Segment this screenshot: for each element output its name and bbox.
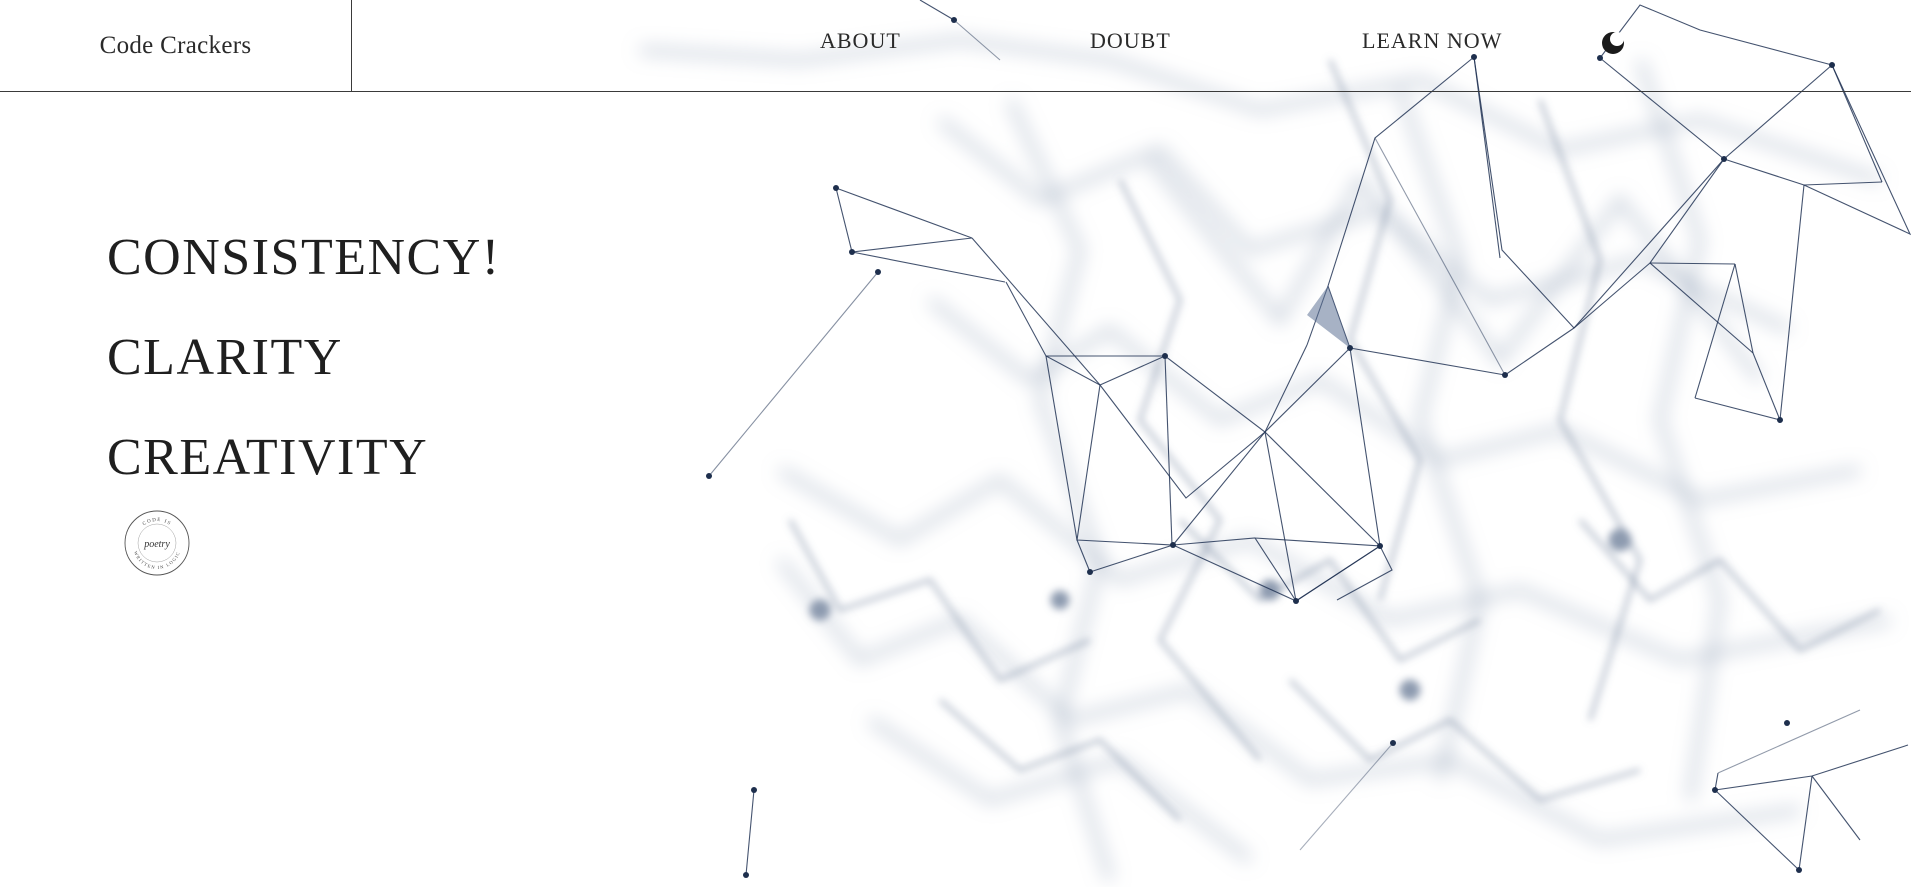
- nav-link-learn-now[interactable]: LEARN NOW: [1362, 28, 1502, 54]
- landing-page: Code Crackers ABOUT DOUBT LEARN NOW CONS…: [0, 0, 1911, 887]
- hero-line-creativity: CREATIVITY: [107, 429, 429, 486]
- network-blur-far: [639, 35, 1891, 882]
- hero-line-clarity: CLARITY: [107, 329, 343, 386]
- half-moon-icon[interactable]: [1601, 31, 1625, 55]
- main-nav: ABOUT DOUBT LEARN NOW: [0, 0, 1911, 92]
- nav-link-about[interactable]: ABOUT: [820, 28, 901, 54]
- code-is-poetry-seal-icon: CODE IS WRITTEN IN LOGIC poetry: [123, 509, 191, 577]
- svg-text:poetry: poetry: [143, 539, 170, 550]
- top-navigation-bar: Code Crackers ABOUT DOUBT LEARN NOW: [0, 0, 1911, 92]
- nav-link-doubt[interactable]: DOUBT: [1090, 28, 1171, 54]
- network-blur-mid: [788, 59, 1881, 822]
- hero-line-consistency: CONSISTENCY!: [107, 229, 501, 286]
- network-facet: [1307, 286, 1350, 348]
- hero-words: CONSISTENCY! CLARITY CREATIVITY: [107, 208, 501, 508]
